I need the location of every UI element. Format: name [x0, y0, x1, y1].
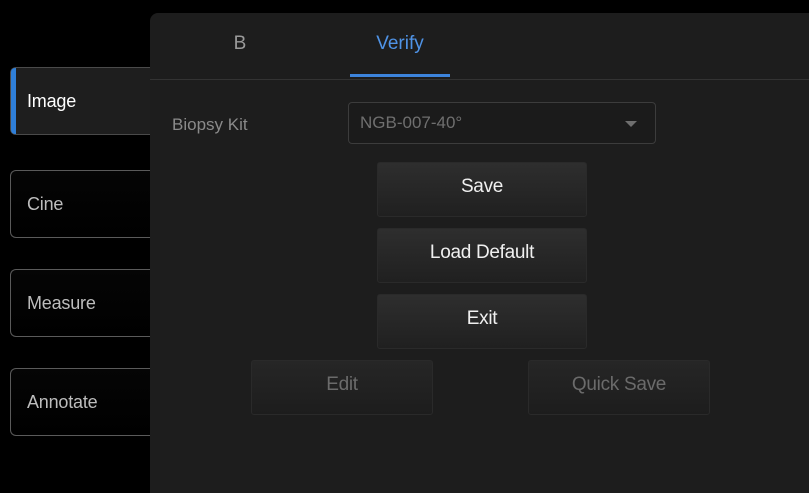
sidebar-item-label: Measure	[27, 292, 96, 313]
main-panel: B Verify Biopsy Kit NGB-007-40° Save Loa…	[150, 13, 809, 493]
save-button[interactable]: Save	[377, 162, 587, 217]
active-indicator	[11, 68, 16, 134]
biopsy-kit-value: NGB-007-40°	[360, 113, 463, 132]
dropdown-arrow-icon	[625, 121, 637, 127]
sidebar-item-cine[interactable]: Cine	[10, 170, 150, 238]
tab-bar: B Verify	[150, 13, 809, 80]
sidebar-item-image[interactable]: Image	[10, 67, 150, 135]
biopsy-kit-select[interactable]: NGB-007-40°	[348, 102, 656, 144]
sidebar-item-label: Cine	[27, 193, 64, 214]
exit-button[interactable]: Exit	[377, 294, 587, 349]
quick-save-button[interactable]: Quick Save	[528, 360, 710, 415]
sidebar-item-label: Image	[27, 90, 77, 111]
sidebar-item-measure[interactable]: Measure	[10, 269, 150, 337]
biopsy-kit-label: Biopsy Kit	[172, 115, 248, 134]
load-default-button[interactable]: Load Default	[377, 228, 587, 283]
sidebar-item-label: Annotate	[27, 391, 98, 412]
tab-b[interactable]: B	[180, 13, 300, 75]
active-tab-underline	[350, 74, 450, 77]
tab-verify[interactable]: Verify	[350, 13, 450, 75]
sidebar-item-annotate[interactable]: Annotate	[10, 368, 150, 436]
sidebar: Image Cine Measure Annotate	[0, 0, 150, 493]
edit-button[interactable]: Edit	[251, 360, 433, 415]
